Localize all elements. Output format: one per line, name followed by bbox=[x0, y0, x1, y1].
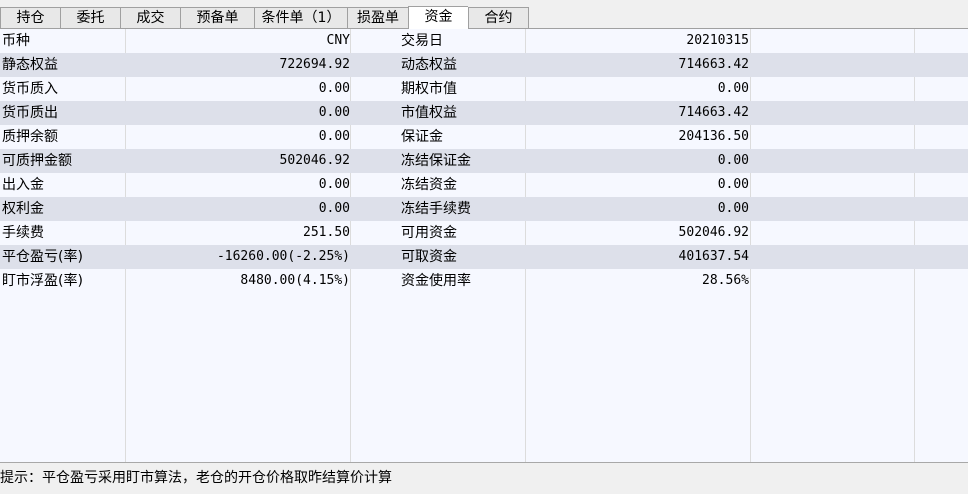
option-market-value-value: 0.00 bbox=[717, 81, 749, 96]
currency-label: 币种 bbox=[2, 33, 30, 49]
option-market-value-label: 期权市值 bbox=[401, 81, 457, 97]
dynamic-equity-value: 714663.42 bbox=[678, 57, 749, 72]
funds-row: 盯市浮盈(率) 8480.00(4.15%) 资金使用率 28.56% bbox=[0, 269, 968, 293]
funds-row: 手续费 251.50 可用资金 502046.92 bbox=[0, 221, 968, 245]
currency-pledge-out-value: 0.00 bbox=[318, 105, 350, 120]
fund-usage-rate-value: 28.56% bbox=[702, 273, 749, 288]
pledge-balance-value: 0.00 bbox=[318, 129, 350, 144]
available-funds-value: 502046.92 bbox=[678, 225, 749, 240]
currency-pledge-in-label: 货币质入 bbox=[2, 81, 58, 97]
funds-row: 可质押金额 502046.92 冻结保证金 0.00 bbox=[0, 149, 968, 173]
static-equity-label: 静态权益 bbox=[2, 57, 58, 73]
margin-value: 204136.50 bbox=[678, 129, 749, 144]
floating-profit-value: 8480.00(4.15%) bbox=[240, 273, 350, 288]
close-profit-value: -16260.00(-2.25%) bbox=[216, 249, 350, 264]
deposit-withdrawal-label: 出入金 bbox=[2, 177, 44, 193]
pledgeable-amount-value: 502046.92 bbox=[279, 153, 350, 168]
premium-label: 权利金 bbox=[2, 201, 44, 217]
pledgeable-amount-label: 可质押金额 bbox=[2, 153, 72, 169]
funds-row: 出入金 0.00 冻结资金 0.00 bbox=[0, 173, 968, 197]
funds-row: 货币质出 0.00 市值权益 714663.42 bbox=[0, 101, 968, 125]
floating-profit-label: 盯市浮盈(率) bbox=[2, 273, 83, 289]
tab-funds[interactable]: 资金 bbox=[408, 6, 468, 29]
frozen-margin-value: 0.00 bbox=[717, 153, 749, 168]
tab-orders[interactable]: 委托 bbox=[60, 7, 120, 28]
funds-row: 质押余额 0.00 保证金 204136.50 bbox=[0, 125, 968, 149]
deposit-withdrawal-value: 0.00 bbox=[318, 177, 350, 192]
frozen-commission-value: 0.00 bbox=[717, 201, 749, 216]
tab-trades[interactable]: 成交 bbox=[120, 7, 180, 28]
currency-pledge-in-value: 0.00 bbox=[318, 81, 350, 96]
margin-label: 保证金 bbox=[401, 129, 443, 145]
close-profit-label: 平仓盈亏(率) bbox=[2, 249, 83, 265]
tab-positions[interactable]: 持仓 bbox=[0, 7, 60, 28]
dynamic-equity-label: 动态权益 bbox=[401, 57, 457, 73]
tab-strip: 持仓 委托 成交 预备单 条件单（1） 损盈单 资金 合约 bbox=[0, 6, 529, 29]
funds-row: 静态权益 722694.92 动态权益 714663.42 bbox=[0, 53, 968, 77]
funds-grid: 币种 CNY 交易日 20210315 静态权益 722694.92 动态权益 … bbox=[0, 29, 968, 462]
withdrawable-funds-value: 401637.54 bbox=[678, 249, 749, 264]
pledge-balance-label: 质押余额 bbox=[2, 129, 58, 145]
frozen-funds-value: 0.00 bbox=[717, 177, 749, 192]
trading-day-label: 交易日 bbox=[401, 33, 443, 49]
static-equity-value: 722694.92 bbox=[279, 57, 350, 72]
currency-value: CNY bbox=[326, 33, 350, 48]
status-bar: 提示：平仓盈亏采用盯市算法，老仓的开仓价格取昨结算价计算 bbox=[0, 462, 968, 494]
fund-usage-rate-label: 资金使用率 bbox=[401, 273, 471, 289]
frozen-funds-label: 冻结资金 bbox=[401, 177, 457, 193]
available-funds-label: 可用资金 bbox=[401, 225, 457, 241]
frozen-commission-label: 冻结手续费 bbox=[401, 201, 471, 217]
commission-value: 251.50 bbox=[303, 225, 350, 240]
tab-preorders[interactable]: 预备单 bbox=[180, 7, 254, 28]
funds-row: 币种 CNY 交易日 20210315 bbox=[0, 29, 968, 53]
premium-value: 0.00 bbox=[318, 201, 350, 216]
frozen-margin-label: 冻结保证金 bbox=[401, 153, 471, 169]
market-value-equity-value: 714663.42 bbox=[678, 105, 749, 120]
tab-contracts[interactable]: 合约 bbox=[468, 7, 528, 28]
tab-conditional-orders[interactable]: 条件单（1） bbox=[254, 7, 347, 28]
funds-row: 权利金 0.00 冻结手续费 0.00 bbox=[0, 197, 968, 221]
market-value-equity-label: 市值权益 bbox=[401, 105, 457, 121]
currency-pledge-out-label: 货币质出 bbox=[2, 105, 58, 121]
funds-row: 货币质入 0.00 期权市值 0.00 bbox=[0, 77, 968, 101]
commission-label: 手续费 bbox=[2, 225, 44, 241]
funds-row: 平仓盈亏(率) -16260.00(-2.25%) 可取资金 401637.54 bbox=[0, 245, 968, 269]
trading-day-value: 20210315 bbox=[686, 33, 749, 48]
withdrawable-funds-label: 可取资金 bbox=[401, 249, 457, 265]
tab-bar: 持仓 委托 成交 预备单 条件单（1） 损盈单 资金 合约 bbox=[0, 0, 968, 29]
tab-stop-profit-orders[interactable]: 损盈单 bbox=[347, 7, 408, 28]
hint-text: 提示：平仓盈亏采用盯市算法，老仓的开仓价格取昨结算价计算 bbox=[0, 470, 392, 486]
